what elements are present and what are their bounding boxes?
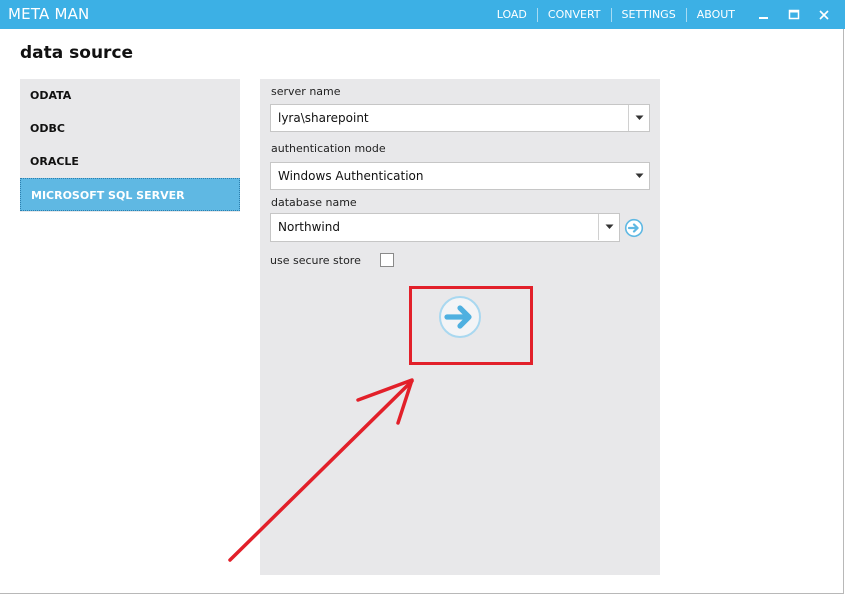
menu-load[interactable]: LOAD xyxy=(487,7,538,22)
source-item-mssql[interactable]: MICROSOFT SQL SERVER xyxy=(20,178,240,211)
database-name-label: database name xyxy=(271,196,357,209)
close-icon xyxy=(819,9,829,20)
secure-store-checkbox[interactable] xyxy=(380,253,394,267)
window-controls xyxy=(749,0,839,29)
maximize-button[interactable] xyxy=(779,0,809,29)
minimize-icon xyxy=(759,16,768,19)
database-name-combobox[interactable]: Northwind xyxy=(270,213,620,242)
data-source-list: ODATA ODBC ORACLE MICROSOFT SQL SERVER xyxy=(20,79,240,212)
load-databases-icon[interactable] xyxy=(624,218,644,238)
menu-settings[interactable]: SETTINGS xyxy=(612,7,687,22)
secure-store-label: use secure store xyxy=(270,254,361,267)
chevron-down-icon xyxy=(635,115,643,120)
server-name-combobox[interactable]: lyra\sharepoint xyxy=(270,104,650,132)
server-name-dropdown[interactable] xyxy=(628,105,649,131)
minimize-button[interactable] xyxy=(749,0,779,29)
arrow-right-circle-icon[interactable] xyxy=(438,295,482,339)
page-title: data source xyxy=(20,43,134,63)
maximize-icon xyxy=(788,9,800,19)
server-name-value: lyra\sharepoint xyxy=(278,111,369,125)
server-name-label: server name xyxy=(271,85,341,98)
auth-mode-select[interactable]: Windows Authentication xyxy=(270,162,650,190)
source-item-oracle[interactable]: ORACLE xyxy=(20,145,240,178)
menu-convert[interactable]: CONVERT xyxy=(538,7,612,22)
database-name-dropdown[interactable] xyxy=(598,214,619,240)
top-menu: LOAD CONVERT SETTINGS ABOUT xyxy=(487,0,745,29)
database-name-value: Northwind xyxy=(278,220,340,234)
source-item-odbc[interactable]: ODBC xyxy=(20,112,240,145)
title-bar: META MAN LOAD CONVERT SETTINGS ABOUT xyxy=(0,0,845,29)
chevron-down-icon xyxy=(605,224,613,229)
auth-mode-value: Windows Authentication xyxy=(278,169,424,183)
window-bottom-edge xyxy=(0,593,843,594)
chevron-down-icon xyxy=(635,173,643,178)
auth-mode-label: authentication mode xyxy=(271,142,386,155)
close-button[interactable] xyxy=(809,0,839,29)
connection-panel: server name lyra\sharepoint authenticati… xyxy=(260,79,660,575)
menu-about[interactable]: ABOUT xyxy=(687,8,745,22)
source-item-odata[interactable]: ODATA xyxy=(20,79,240,112)
app-title: META MAN xyxy=(8,5,90,23)
auth-mode-dropdown[interactable] xyxy=(629,163,649,189)
